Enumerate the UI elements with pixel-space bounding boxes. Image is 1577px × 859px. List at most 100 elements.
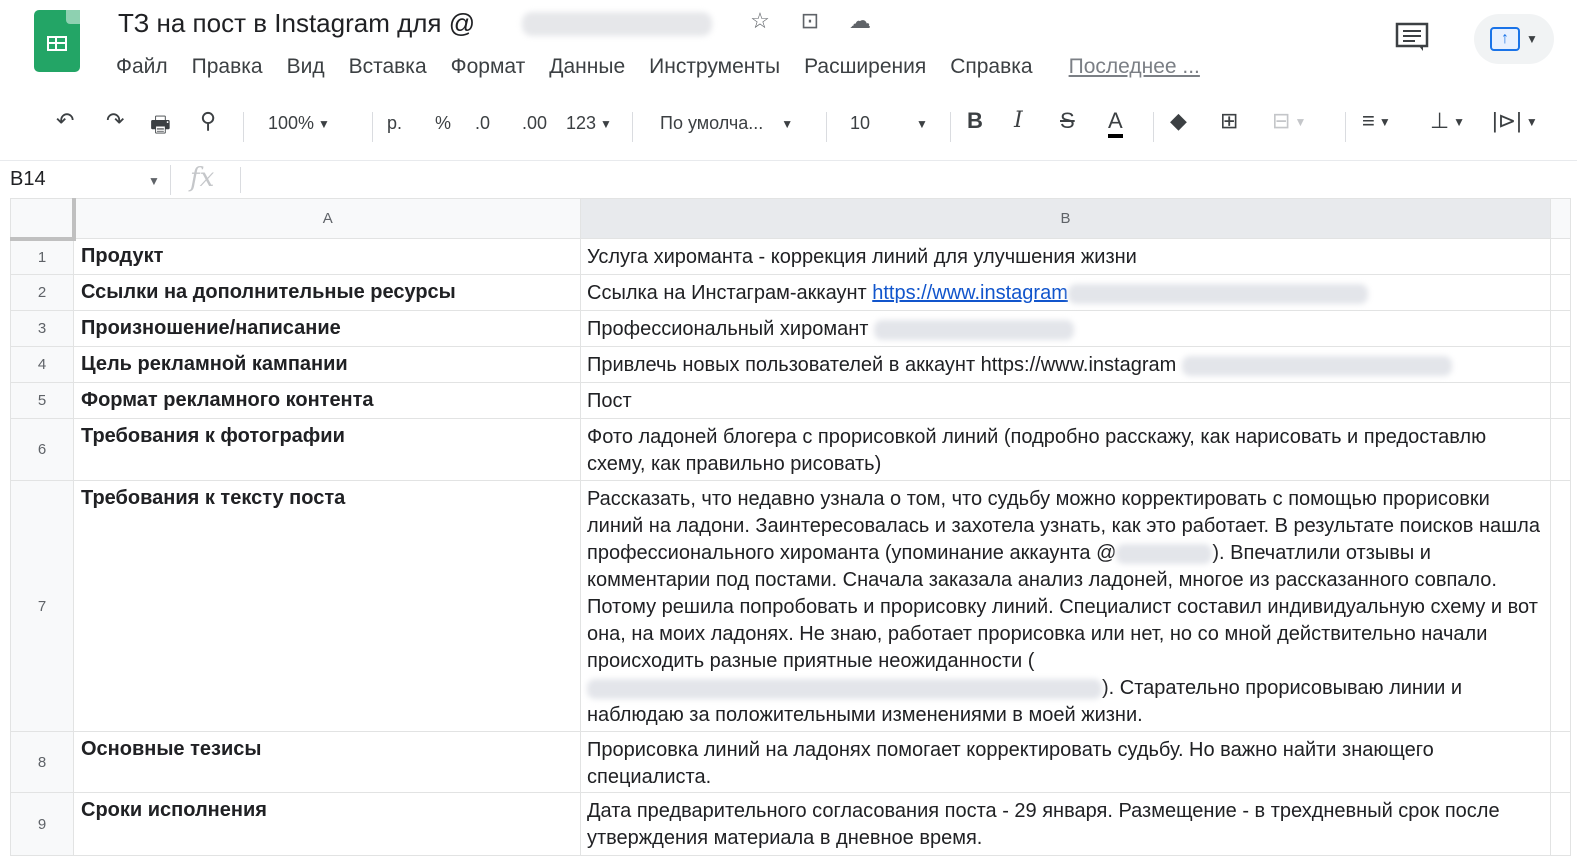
- cell-c5[interactable]: [1550, 382, 1571, 419]
- cell-b1[interactable]: Услуга хироманта - коррекция линий для у…: [580, 238, 1551, 275]
- toolbar-divider: [1345, 112, 1346, 142]
- last-edit-link[interactable]: Последнее ...: [1069, 55, 1200, 79]
- comment-history-icon[interactable]: [1392, 22, 1432, 54]
- document-title[interactable]: ТЗ на пост в Instagram для @: [118, 8, 475, 39]
- text-color-icon[interactable]: A: [1108, 108, 1123, 138]
- menu-tools[interactable]: Инструменты: [649, 55, 780, 79]
- horizontal-align-icon[interactable]: ≡ ▼: [1362, 108, 1391, 134]
- cell-a3[interactable]: Произношение/написание: [73, 310, 581, 347]
- toolbar: ↶ ↷ 🖶 ⚲ 100% ▼ р. % .0 .00 123 ▼ По умолча…: [0, 100, 1577, 154]
- font-family-select[interactable]: По умолча... ▼: [660, 113, 793, 134]
- table-row: 8 Основные тезисы Прорисовка линий на ла…: [10, 731, 1571, 793]
- row-header[interactable]: 6: [10, 418, 74, 481]
- menu-view[interactable]: Вид: [287, 55, 325, 79]
- formula-divider: [170, 165, 171, 195]
- table-row: 9 Сроки исполнения Дата предварительного…: [10, 792, 1571, 856]
- cell-b3[interactable]: Профессиональный хиромант: [580, 310, 1551, 347]
- print-icon[interactable]: 🖶: [150, 108, 171, 146]
- increase-decimal-button[interactable]: .00: [522, 113, 547, 134]
- menu-format[interactable]: Формат: [451, 55, 526, 79]
- cell-c6[interactable]: [1550, 418, 1571, 481]
- chevron-down-icon[interactable]: ▼: [148, 174, 160, 188]
- borders-icon[interactable]: ⊞: [1220, 108, 1238, 134]
- toolbar-divider: [950, 112, 951, 142]
- italic-icon[interactable]: I: [1014, 108, 1023, 133]
- redo-icon[interactable]: ↷: [106, 108, 124, 134]
- row-header[interactable]: 7: [10, 480, 74, 732]
- paint-format-icon[interactable]: ⚲: [200, 108, 216, 134]
- row-header[interactable]: 3: [10, 310, 74, 347]
- font-size-select[interactable]: 10 ▼: [850, 113, 928, 134]
- cell-b4[interactable]: Привлечь новых пользователей в аккаунт h…: [580, 346, 1551, 383]
- cell-c3[interactable]: [1550, 310, 1571, 347]
- menu-data[interactable]: Данные: [549, 55, 625, 79]
- cell-a7[interactable]: Требования к тексту поста: [73, 480, 581, 732]
- decrease-decimal-button[interactable]: .0: [475, 113, 490, 134]
- cell-a4[interactable]: Цель рекламной кампании: [73, 346, 581, 383]
- merge-glyph: ⊟: [1272, 108, 1291, 133]
- sheets-logo-icon[interactable]: [34, 10, 80, 72]
- cell-c4[interactable]: [1550, 346, 1571, 383]
- cell-text: Привлечь новых пользователей в аккаунт h…: [587, 354, 1177, 376]
- chevron-down-icon: ▼: [1294, 115, 1307, 130]
- bold-icon[interactable]: B: [967, 108, 983, 134]
- redacted-text: [1116, 543, 1213, 564]
- cell-c2[interactable]: [1550, 274, 1571, 311]
- fill-color-icon[interactable]: ◆: [1170, 108, 1187, 134]
- menu-edit[interactable]: Правка: [192, 55, 263, 79]
- present-icon: ↑: [1490, 27, 1521, 51]
- font-family-value: По умолча...: [660, 113, 764, 133]
- cell-a6[interactable]: Требования к фотографии: [73, 418, 581, 481]
- table-row: 6 Требования к фотографии Фото ладоней б…: [10, 418, 1571, 481]
- cell-b7[interactable]: Рассказать, что недавно узнала о том, чт…: [580, 480, 1551, 732]
- menu-insert[interactable]: Вставка: [349, 55, 427, 79]
- currency-format-button[interactable]: р.: [387, 113, 402, 134]
- align-glyph: ≡: [1362, 108, 1375, 133]
- present-button[interactable]: ↑ ▼: [1474, 14, 1554, 64]
- row-header[interactable]: 2: [10, 274, 74, 311]
- chevron-down-icon: ▼: [600, 117, 612, 132]
- row-header[interactable]: 1: [10, 238, 74, 275]
- cell-c9[interactable]: [1550, 792, 1571, 856]
- menu-help[interactable]: Справка: [950, 55, 1032, 79]
- name-box[interactable]: B14: [10, 168, 46, 191]
- cell-b2[interactable]: Ссылка на Инстаграм-аккаунт https://www.…: [580, 274, 1551, 311]
- star-icon[interactable]: ☆: [746, 8, 774, 34]
- column-header-b[interactable]: B: [580, 198, 1551, 239]
- percent-format-button[interactable]: %: [435, 113, 451, 134]
- cell-a1[interactable]: Продукт: [73, 238, 581, 275]
- text-wrap-icon[interactable]: |⊳| ▼: [1492, 108, 1538, 134]
- row-header[interactable]: 9: [10, 792, 74, 856]
- formula-divider: [240, 167, 241, 193]
- cell-b6[interactable]: Фото ладоней блогера с прорисовкой линий…: [580, 418, 1551, 481]
- cell-c7[interactable]: [1550, 480, 1571, 732]
- row-header[interactable]: 8: [10, 731, 74, 793]
- cell-b5[interactable]: Пост: [580, 382, 1551, 419]
- cloud-status-icon[interactable]: ☁: [846, 8, 874, 34]
- merge-cells-icon[interactable]: ⊟ ▼: [1272, 108, 1306, 134]
- cell-b8[interactable]: Прорисовка линий на ладонях помогает кор…: [580, 731, 1551, 793]
- instagram-link[interactable]: https://www.instagram: [872, 282, 1068, 304]
- row-header[interactable]: 4: [10, 346, 74, 383]
- cell-a9[interactable]: Сроки исполнения: [73, 792, 581, 856]
- zoom-select[interactable]: 100% ▼: [268, 113, 330, 134]
- move-to-folder-icon[interactable]: ⊡: [796, 8, 824, 34]
- cell-c1[interactable]: [1550, 238, 1571, 275]
- select-all-corner[interactable]: [10, 198, 76, 241]
- toolbar-divider: [1153, 112, 1154, 142]
- menu-extensions[interactable]: Расширения: [804, 55, 926, 79]
- function-icon: fx: [190, 163, 215, 193]
- menu-file[interactable]: Файл: [116, 55, 168, 79]
- vertical-align-icon[interactable]: ⊥ ▼: [1430, 108, 1465, 134]
- row-header[interactable]: 5: [10, 382, 74, 419]
- cell-b9[interactable]: Дата предварительного согласования поста…: [580, 792, 1551, 856]
- cell-c8[interactable]: [1550, 731, 1571, 793]
- cell-a2[interactable]: Ссылки на дополнительные ресурсы: [73, 274, 581, 311]
- more-formats-button[interactable]: 123 ▼: [566, 113, 612, 134]
- column-header-c[interactable]: [1550, 198, 1571, 239]
- strikethrough-icon[interactable]: S: [1060, 108, 1075, 134]
- cell-a5[interactable]: Формат рекламного контента: [73, 382, 581, 419]
- column-header-a[interactable]: A: [73, 198, 581, 239]
- cell-a8[interactable]: Основные тезисы: [73, 731, 581, 793]
- undo-icon[interactable]: ↶: [56, 108, 74, 134]
